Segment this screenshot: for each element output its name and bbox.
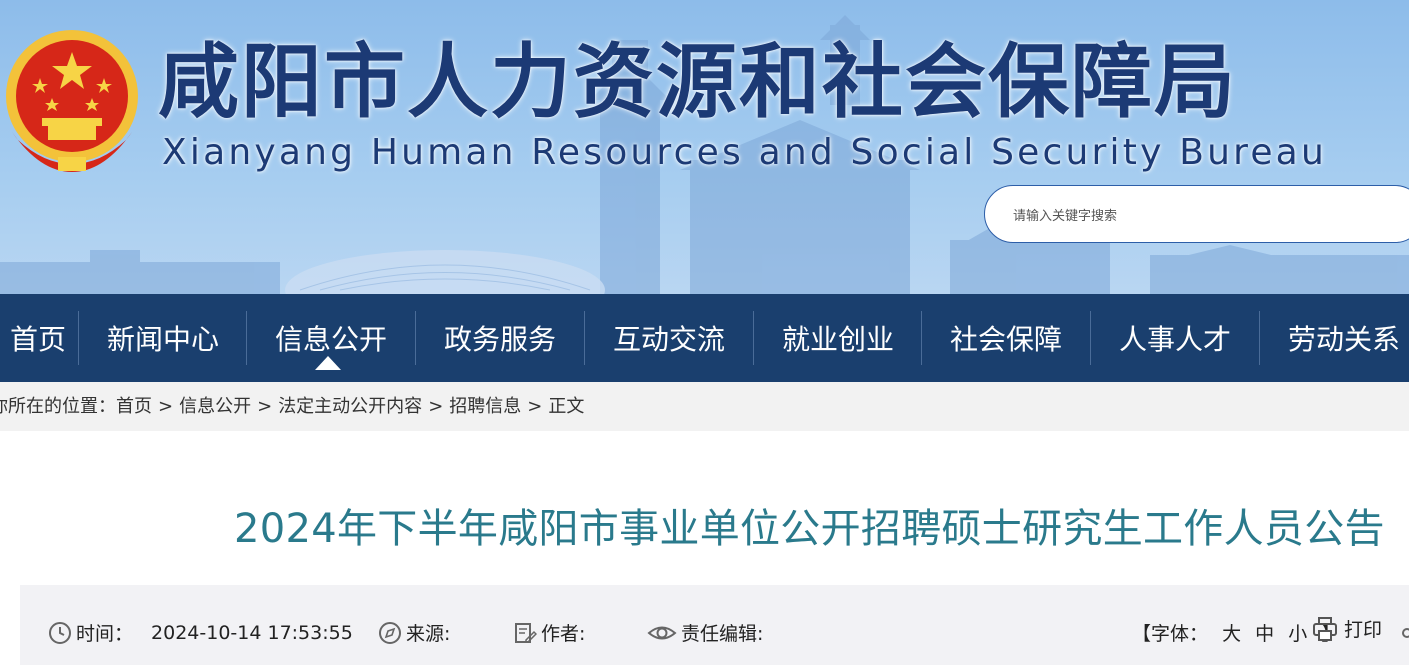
search-box <box>984 185 1409 243</box>
breadcrumb-item-current: 正文 <box>548 396 585 417</box>
breadcrumb-item-home[interactable]: 首页 <box>116 396 152 417</box>
nav-item-gov-services[interactable]: 政务服务 <box>417 294 583 382</box>
breadcrumb-separator: > <box>158 396 174 417</box>
meta-time-label: 时间： <box>76 623 134 645</box>
site-title: 咸阳市人力资源和社会保障局 <box>158 36 1238 130</box>
nav-item-labor-relations[interactable]: 劳动关系 <box>1261 294 1409 382</box>
print-button[interactable]: 打印 <box>1312 615 1382 642</box>
meta-time-value: 2024-10-14 17:53:55 <box>151 621 353 644</box>
nav-item-social-security[interactable]: 社会保障 <box>923 294 1089 382</box>
font-size-medium[interactable]: 中 <box>1255 623 1274 645</box>
breadcrumb-prefix: 你所在的位置： <box>0 396 116 417</box>
nav-separator <box>921 311 922 365</box>
nav-separator <box>753 311 754 365</box>
nav-item-personnel[interactable]: 人事人才 <box>1092 294 1258 382</box>
site-subtitle: Xianyang Human Resources and Social Secu… <box>162 132 1327 173</box>
font-size-control: 【字体： 大 中 小 】 <box>1132 619 1340 646</box>
header-banner: 咸阳市人力资源和社会保障局 Xianyang Human Resources a… <box>0 0 1409 294</box>
breadcrumb-separator: > <box>257 396 273 417</box>
article-meta-bar: 时间： 2024-10-14 17:53:55 来源: 作者: 责任编辑: 【字… <box>20 585 1409 665</box>
share-icon[interactable] <box>1401 627 1409 639</box>
breadcrumb-item-info-disclosure[interactable]: 信息公开 <box>179 396 251 417</box>
search-input[interactable] <box>1011 202 1395 230</box>
nav-separator <box>78 311 79 365</box>
meta-author-label: 作者: <box>541 623 586 645</box>
nav-separator <box>584 311 585 365</box>
nav-separator <box>415 311 416 365</box>
meta-editor: 责任编辑: <box>647 619 763 646</box>
main-nav: 首页 新闻中心 信息公开 政务服务 互动交流 就业创业 社会保障 人事人才 劳动… <box>0 294 1409 382</box>
nav-item-home[interactable]: 首页 <box>0 294 76 382</box>
font-size-label: 【字体： <box>1132 623 1209 645</box>
meta-source-label: 来源: <box>406 623 451 645</box>
edit-document-icon <box>515 622 537 643</box>
breadcrumb-separator: > <box>527 396 543 417</box>
nav-separator <box>1090 311 1091 365</box>
breadcrumb-item-recruitment[interactable]: 招聘信息 <box>449 396 521 417</box>
breadcrumb-separator: > <box>428 396 444 417</box>
meta-time: 时间： 2024-10-14 17:53:55 <box>48 619 353 646</box>
breadcrumb-item-statutory-content[interactable]: 法定主动公开内容 <box>278 396 422 417</box>
meta-source: 来源: <box>378 619 450 646</box>
nav-item-employment[interactable]: 就业创业 <box>755 294 921 382</box>
article-title: 2024年下半年咸阳市事业单位公开招聘硕士研究生工作人员公告 <box>234 506 1385 552</box>
nav-separator <box>246 311 247 365</box>
nav-item-news[interactable]: 新闻中心 <box>80 294 246 382</box>
print-label: 打印 <box>1344 619 1383 641</box>
national-emblem-icon <box>6 30 138 172</box>
nav-item-interaction[interactable]: 互动交流 <box>586 294 752 382</box>
meta-author: 作者: <box>513 619 585 646</box>
breadcrumb: 你所在的位置：首页 > 信息公开 > 法定主动公开内容 > 招聘信息 > 正文 <box>0 382 1409 431</box>
font-size-small[interactable]: 小 <box>1288 623 1307 645</box>
eye-icon <box>647 626 677 639</box>
compass-icon <box>379 621 401 644</box>
nav-separator <box>1259 311 1260 365</box>
font-size-large[interactable]: 大 <box>1222 623 1241 645</box>
clock-icon <box>49 621 71 644</box>
nav-active-indicator <box>315 356 341 370</box>
printer-icon <box>1313 616 1337 641</box>
meta-editor-label: 责任编辑: <box>681 623 764 645</box>
